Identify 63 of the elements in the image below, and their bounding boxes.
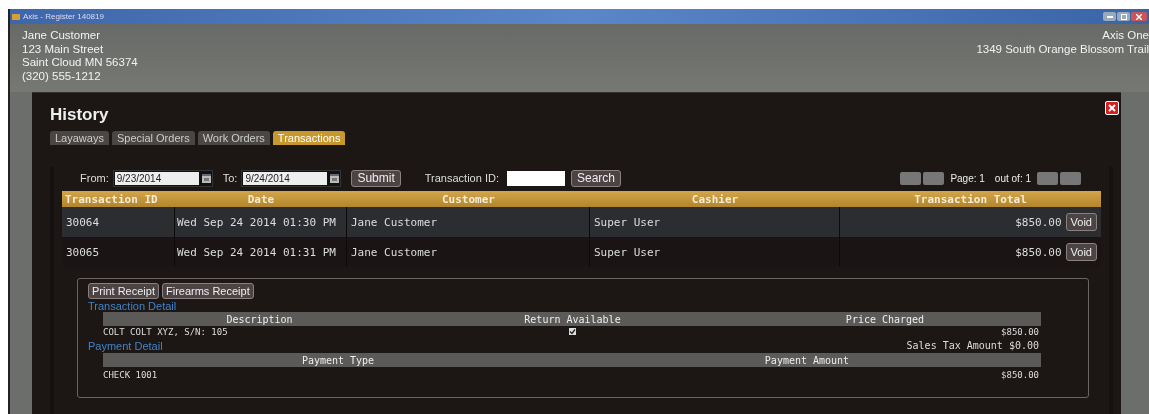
- tab[interactable]: Layaways: [50, 131, 109, 145]
- column-header: Price Charged: [844, 313, 926, 325]
- minimize-icon: [1106, 15, 1113, 18]
- maximize-button[interactable]: [1117, 12, 1130, 21]
- section-heading: Payment Detail: [88, 339, 163, 352]
- table-cell: 30065: [62, 237, 175, 267]
- column-header: Payment Type: [300, 354, 376, 366]
- close-icon: [1136, 13, 1142, 20]
- column-header: Payment Amount: [763, 354, 851, 366]
- checkbox[interactable]: [569, 328, 576, 335]
- customer-info: Jane Customer: [22, 29, 101, 43]
- tab[interactable]: Work Orders: [197, 131, 270, 145]
- column-header: Date: [246, 192, 276, 206]
- void-button[interactable]: Void: [1065, 243, 1097, 261]
- page-count-label: out of: 1: [994, 172, 1031, 184]
- table-cell-text: $850.00: [1001, 370, 1040, 380]
- table-row[interactable]: 30064 Wed Sep 24 2014 01:30 PM Jane Customer Super User $850.00 Void: [62, 207, 1101, 237]
- table-cell: $850.00: [1015, 215, 1062, 229]
- to-label: To:: [222, 172, 238, 184]
- column-header: Cashier: [690, 192, 740, 206]
- receipt-button[interactable]: Print Receipt: [88, 283, 159, 299]
- tax-label: Sales Tax Amount: [906, 339, 1003, 351]
- column-header: Transaction Total: [913, 192, 1028, 206]
- table-cell-text: CHECK 1001: [103, 370, 159, 380]
- search-button[interactable]: Search: [570, 169, 621, 187]
- app-icon: [12, 13, 20, 20]
- column-header: Return Available: [523, 313, 622, 325]
- transaction-id-field[interactable]: [506, 170, 565, 186]
- transaction-id-label: Transaction ID:: [424, 172, 499, 184]
- submit-button[interactable]: Submit: [351, 169, 401, 187]
- table-cell: Super User: [590, 237, 840, 267]
- window-title: Axis - Register 140819: [23, 12, 104, 21]
- from-label: From:: [80, 172, 109, 184]
- customer-info: Saint Cloud MN 56374: [22, 56, 138, 70]
- check-icon: [569, 328, 576, 335]
- minimize-button[interactable]: [1103, 12, 1116, 21]
- dialog-title: History: [49, 104, 109, 125]
- next-page-button[interactable]: [1037, 171, 1058, 185]
- store-info: 1349 South Orange Blossom Trail: [976, 42, 1149, 56]
- first-page-button[interactable]: [900, 171, 922, 185]
- close-button[interactable]: [1105, 101, 1119, 115]
- void-button[interactable]: Void: [1065, 213, 1097, 231]
- table-cell: Wed Sep 24 2014 01:31 PM: [175, 237, 347, 267]
- column-header: Transaction ID: [64, 192, 159, 206]
- customer-info: 123 Main Street: [22, 42, 105, 56]
- column-header: Description: [225, 313, 294, 325]
- close-icon: [1108, 104, 1116, 112]
- tax-amount: $0.00: [1008, 339, 1039, 351]
- column-header: Customer: [441, 192, 496, 206]
- table-cell-text: COLT COLT XYZ, S/N: 105: [103, 326, 229, 337]
- store-info: Axis One: [1101, 29, 1149, 43]
- tab[interactable]: Special Orders: [111, 131, 195, 145]
- close-button[interactable]: [1131, 12, 1147, 21]
- section-heading: Transaction Detail: [88, 300, 177, 312]
- maximize-icon: [1120, 13, 1127, 20]
- table-cell: $850.00: [1015, 245, 1062, 259]
- previous-page-button[interactable]: [923, 171, 945, 185]
- page-label: Page: 1: [950, 172, 985, 184]
- table-cell-text: $850.00: [1001, 326, 1040, 337]
- table-cell: Jane Customer: [347, 237, 590, 267]
- customer-info: (320) 555-1212: [22, 69, 102, 83]
- receipt-button[interactable]: Firearms Receipt: [162, 283, 254, 299]
- last-page-button[interactable]: [1060, 171, 1081, 185]
